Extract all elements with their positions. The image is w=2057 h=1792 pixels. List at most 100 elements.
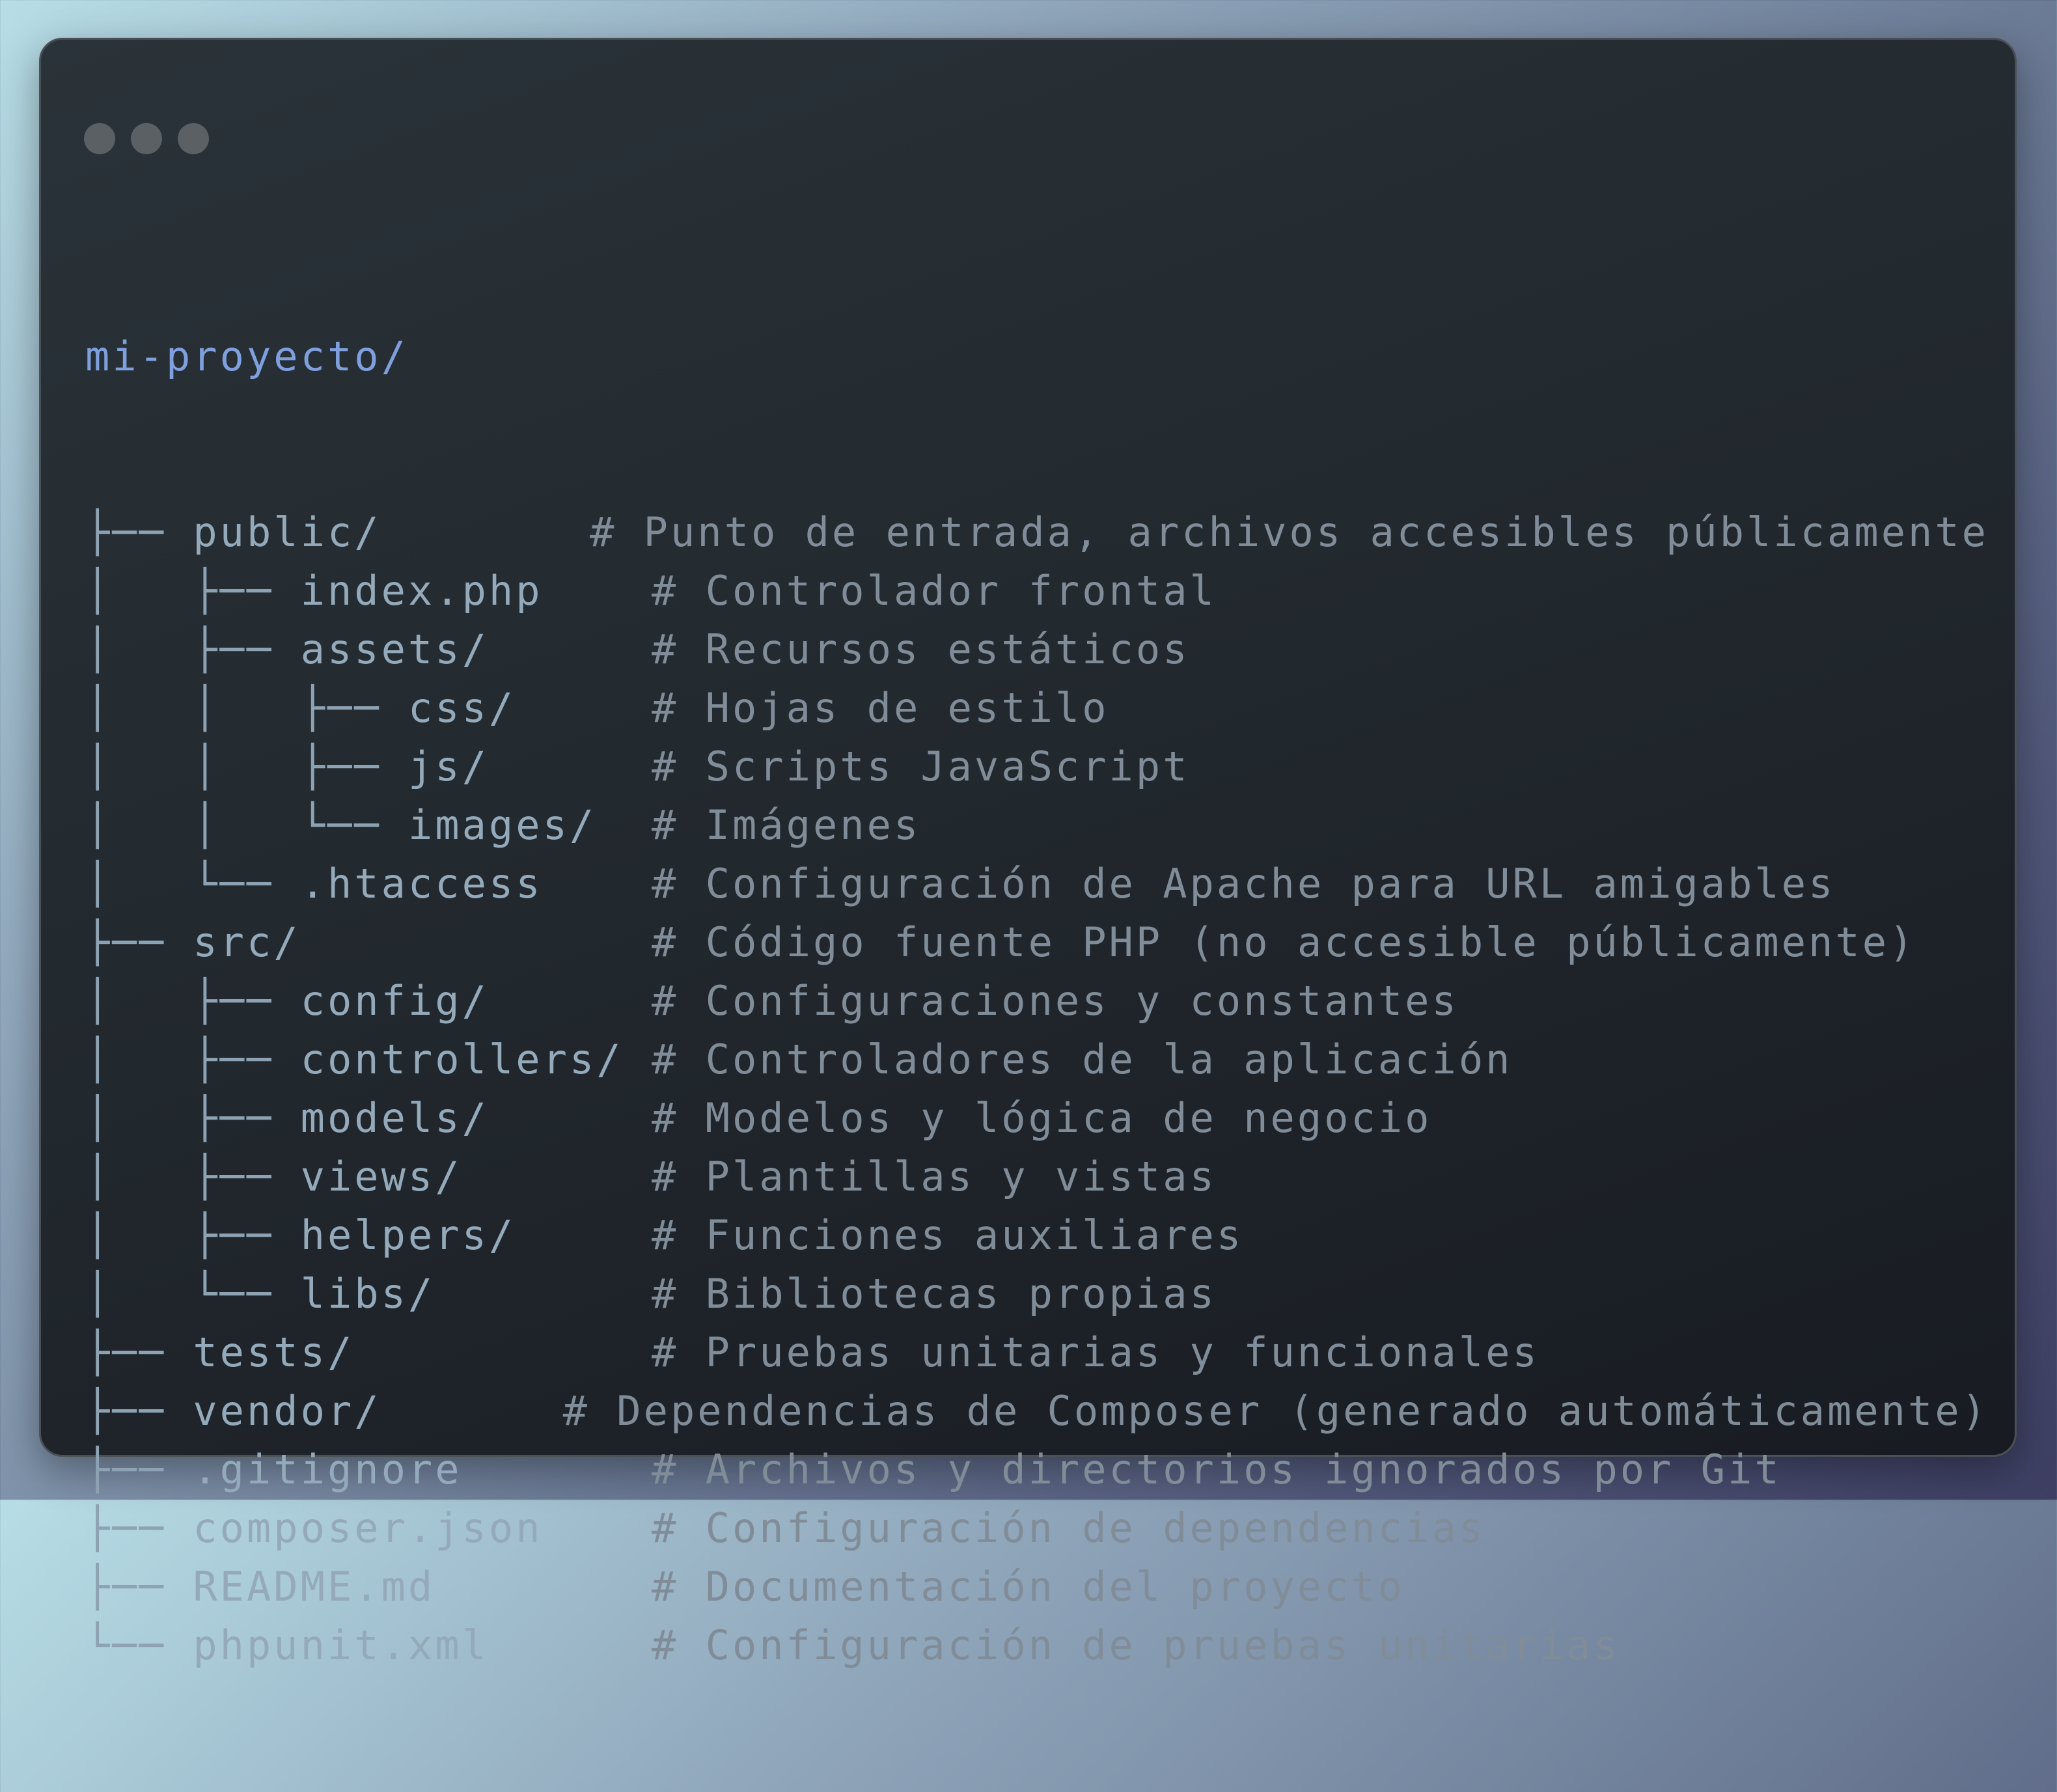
- tree-guide: │ ├──: [85, 1153, 301, 1200]
- tree-guide: │ │ ├──: [85, 743, 408, 790]
- tree-root-line: mi-proyecto/: [85, 327, 1989, 386]
- tree-root: mi-proyecto/: [85, 333, 408, 380]
- tree-entry: └── phpunit.xml: [85, 1616, 652, 1675]
- tree-item-name: images/: [407, 801, 597, 849]
- tree-line: │ └── .htaccess # Configuración de Apache…: [85, 855, 1989, 913]
- tree-item-name: index.php: [300, 567, 543, 614]
- tree-entry: │ │ ├── js/: [85, 737, 652, 796]
- tree-line: │ ├── models/# Modelos y lógica de negoc…: [85, 1089, 1989, 1148]
- tree-comment: # Punto de entrada, archivos accesibles …: [589, 508, 1989, 556]
- tree-entry: │ │ └── images/: [85, 796, 652, 855]
- tree-item-name: .htaccess: [300, 860, 543, 907]
- tree-guide: │ └──: [85, 1270, 301, 1317]
- tree-item-name: tests/: [193, 1329, 355, 1376]
- tree-line: │ ├── index.php # Controlador frontal: [85, 562, 1989, 620]
- tree-guide: ├──: [85, 1446, 193, 1493]
- tree-item-name: helpers/: [300, 1211, 516, 1259]
- tree-comment: # Hojas de estilo: [652, 684, 1109, 732]
- tree-line: ├── tests/# Pruebas unitarias y funciona…: [85, 1323, 1989, 1382]
- tree-guide: │ │ └──: [85, 801, 408, 849]
- tree-entry: │ ├── index.php: [85, 562, 652, 620]
- tree-guide: │ ├──: [85, 567, 301, 614]
- tree-comment: # Scripts JavaScript: [652, 743, 1190, 790]
- tree-guide: │ └──: [85, 860, 301, 907]
- tree-entry: ├── vendor/: [85, 1382, 563, 1440]
- tree-guide: ├──: [85, 1563, 193, 1610]
- tree-line: └── phpunit.xml # Configuración de prueba…: [85, 1616, 1989, 1675]
- window-controls: [84, 123, 209, 154]
- tree-guide: │ ├──: [85, 626, 301, 673]
- tree-item-name: views/: [300, 1153, 462, 1200]
- tree-item-name: libs/: [300, 1270, 435, 1317]
- directory-tree: mi-proyecto/ ├── public/# Punto de entra…: [85, 210, 1989, 1792]
- tree-item-name: public/: [193, 508, 381, 556]
- tree-item-name: composer.json: [193, 1504, 543, 1552]
- tree-comment: # Configuración de dependencias: [652, 1504, 1486, 1552]
- tree-line: │ │ └── images/# Imágenes: [85, 796, 1989, 855]
- tree-item-name: models/: [300, 1094, 489, 1142]
- tree-comment: # Configuraciones y constantes: [652, 977, 1459, 1025]
- tree-line: │ ├── helpers/# Funciones auxiliares: [85, 1206, 1989, 1265]
- tree-comment: # Configuración de Apache para URL amiga…: [652, 860, 1836, 907]
- tree-line: │ │ ├── js/# Scripts JavaScript: [85, 737, 1989, 796]
- tree-entry: │ ├── helpers/: [85, 1206, 652, 1265]
- tree-item-name: src/: [193, 918, 301, 966]
- tree-line: ├── public/# Punto de entrada, archivos …: [85, 503, 1989, 562]
- tree-comment: # Configuración de pruebas unitarias: [652, 1621, 1620, 1669]
- tree-item-name: .gitignore: [193, 1446, 462, 1493]
- tree-entry: │ └── libs/: [85, 1265, 652, 1323]
- tree-item-name: js/: [407, 743, 489, 790]
- tree-guide: └──: [85, 1621, 193, 1669]
- tree-guide: │ │ ├──: [85, 684, 408, 732]
- tree-line: ├── src/# Código fuente PHP (no accesibl…: [85, 913, 1989, 972]
- tree-entry: ├── public/: [85, 503, 590, 562]
- tree-guide: │ ├──: [85, 1036, 301, 1083]
- tree-line: ├── composer.json # Configuración de depe…: [85, 1499, 1989, 1558]
- tree-comment: # Código fuente PHP (no accesible públic…: [652, 918, 1916, 966]
- tree-line: │ ├── config/ # Configuraciones y constan…: [85, 972, 1989, 1030]
- tree-guide: │ ├──: [85, 1094, 301, 1142]
- tree-item-name: css/: [407, 684, 516, 732]
- tree-item-name: README.md: [193, 1563, 435, 1610]
- tree-line: │ ├── controllers/# Controladores de la …: [85, 1030, 1989, 1089]
- tree-entry: ├── README.md: [85, 1558, 652, 1616]
- tree-item-name: config/: [300, 977, 489, 1025]
- tree-entry: ├── tests/: [85, 1323, 652, 1382]
- tree-comment: # Controladores de la aplicación: [652, 1036, 1513, 1083]
- tree-guide: │ ├──: [85, 1211, 301, 1259]
- tree-entry: ├── src/: [85, 913, 652, 972]
- tree-entry: ├── .gitignore: [85, 1440, 652, 1499]
- tree-item-name: controllers/: [300, 1036, 624, 1083]
- minimize-dot-icon[interactable]: [131, 123, 162, 154]
- tree-entry: │ ├── controllers/: [85, 1030, 652, 1089]
- tree-line: │ ├── views/# Plantillas y vistas: [85, 1148, 1989, 1206]
- tree-comment: # Dependencias de Composer (generado aut…: [562, 1387, 1989, 1435]
- tree-item-name: assets/: [300, 626, 489, 673]
- code-window: mi-proyecto/ ├── public/# Punto de entra…: [39, 38, 2017, 1669]
- tree-entry: │ └── .htaccess: [85, 855, 652, 913]
- maximize-dot-icon[interactable]: [178, 123, 209, 154]
- tree-guide: ├──: [85, 1504, 193, 1552]
- tree-guide: ├──: [85, 1387, 193, 1435]
- tree-comment: # Archivos y directorios ignorados por G…: [652, 1446, 1782, 1493]
- tree-line: ├── .gitignore # Archivos y directorios i…: [85, 1440, 1989, 1499]
- tree-guide: ├──: [85, 508, 193, 556]
- tree-entry: │ │ ├── css/: [85, 679, 652, 737]
- tree-line: │ ├── assets/# Recursos estáticos: [85, 620, 1989, 679]
- tree-entry: │ ├── models/: [85, 1089, 652, 1148]
- tree-entry: │ ├── assets/: [85, 620, 652, 679]
- tree-entry: ├── composer.json: [85, 1499, 652, 1558]
- close-dot-icon[interactable]: [84, 123, 115, 154]
- tree-entry: │ ├── views/: [85, 1148, 652, 1206]
- tree-comment: # Plantillas y vistas: [652, 1153, 1217, 1200]
- tree-guide: ├──: [85, 918, 193, 966]
- tree-line: ├── README.md # Documentación del proyect…: [85, 1558, 1989, 1616]
- tree-guide: │ ├──: [85, 977, 301, 1025]
- tree-item-name: phpunit.xml: [193, 1621, 489, 1669]
- tree-comment: # Funciones auxiliares: [652, 1211, 1244, 1259]
- tree-comment: # Recursos estáticos: [652, 626, 1190, 673]
- tree-comment: # Pruebas unitarias y funcionales: [652, 1329, 1539, 1376]
- tree-item-name: vendor/: [193, 1387, 381, 1435]
- tree-guide: ├──: [85, 1329, 193, 1376]
- tree-comment: # Documentación del proyecto: [652, 1563, 1405, 1610]
